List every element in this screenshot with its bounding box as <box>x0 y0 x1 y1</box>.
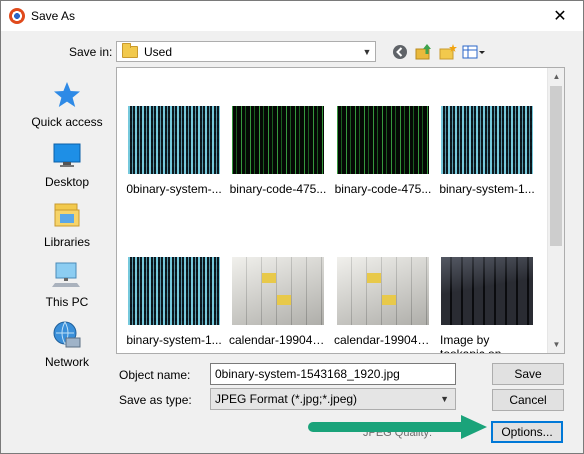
scroll-up-icon[interactable]: ▲ <box>548 68 564 85</box>
chevron-down-icon: ▼ <box>440 394 449 404</box>
file-tile[interactable]: binary-system-1... <box>436 106 538 196</box>
place-libraries[interactable]: Libraries <box>23 199 111 257</box>
file-thumbnail <box>337 106 429 174</box>
place-label: Libraries <box>43 235 91 249</box>
cancel-button[interactable]: Cancel <box>492 389 564 411</box>
file-name: calendar-199045... <box>334 333 434 347</box>
place-label: Desktop <box>44 175 90 189</box>
options-button[interactable]: Options... <box>491 421 563 443</box>
file-name: calendar-199045... <box>229 333 329 347</box>
file-name: binary-system-1... <box>439 182 535 196</box>
close-button[interactable]: ✕ <box>547 4 573 28</box>
file-list[interactable]: 0binary-system-... binary-code-475... bi… <box>116 67 565 354</box>
file-thumbnail <box>232 257 324 325</box>
file-thumbnail <box>232 106 324 174</box>
place-quick-access[interactable]: Quick access <box>23 79 111 137</box>
place-label: Quick access <box>31 115 103 129</box>
libraries-icon <box>51 199 83 231</box>
file-thumbnail <box>441 106 533 174</box>
scroll-down-icon[interactable]: ▼ <box>548 336 564 353</box>
back-arrow-icon <box>393 45 407 59</box>
title-bar[interactable]: Save As ✕ <box>1 1 583 31</box>
save-button[interactable]: Save <box>492 363 564 385</box>
save-in-value: Used <box>144 44 173 59</box>
back-button[interactable] <box>390 42 410 62</box>
window-title: Save As <box>31 9 76 23</box>
save-as-dialog: Save As ✕ Save in: Used ▼ Quick access D… <box>0 0 584 454</box>
file-tile[interactable]: binary-code-475... <box>332 106 434 196</box>
place-network[interactable]: Network <box>23 319 111 377</box>
new-folder-button[interactable] <box>438 42 458 62</box>
file-name: binary-system-1... <box>126 333 222 347</box>
file-name: Image by tookapic on Pixabay_keyb... <box>440 333 502 354</box>
object-name-label: Object name: <box>119 368 191 382</box>
file-thumbnail <box>441 257 533 325</box>
chevron-down-icon: ▼ <box>362 46 372 57</box>
file-thumbnail <box>128 257 220 325</box>
file-name: binary-code-475... <box>334 182 432 196</box>
place-desktop[interactable]: Desktop <box>23 139 111 197</box>
save-in-dropdown[interactable]: Used ▼ <box>116 41 376 62</box>
places-bar: Quick access Desktop Libraries This PC N… <box>23 67 111 377</box>
file-tile[interactable]: binary-code-475... <box>227 106 329 196</box>
desktop-icon <box>51 139 83 171</box>
file-thumbnail <box>337 257 429 325</box>
file-thumbnail <box>128 106 220 174</box>
vertical-scrollbar[interactable]: ▲ ▼ <box>547 68 564 353</box>
save-as-type-select[interactable]: JPEG Format (*.jpg;*.jpeg) ▼ <box>210 388 456 410</box>
view-menu-icon <box>462 45 485 59</box>
save-in-label: Save in: <box>69 45 113 59</box>
file-name: 0binary-system-... <box>126 182 222 196</box>
save-as-type-label: Save as type: <box>119 393 192 407</box>
place-label: This PC <box>45 295 89 309</box>
star-icon <box>51 79 83 111</box>
file-tile[interactable]: Image by tookapic on Pixabay_keyb... <box>436 257 538 354</box>
up-folder-icon <box>415 44 431 60</box>
folder-icon <box>122 42 138 58</box>
file-tile[interactable]: calendar-199045... <box>227 257 329 347</box>
file-tile[interactable]: binary-system-1... <box>123 257 225 347</box>
new-folder-icon <box>439 44 457 60</box>
view-menu-button[interactable] <box>461 42 487 62</box>
file-tile[interactable]: calendar-199045... <box>332 257 434 347</box>
place-this-pc[interactable]: This PC <box>23 259 111 317</box>
up-folder-button[interactable] <box>414 42 434 62</box>
scroll-thumb[interactable] <box>550 86 562 246</box>
save-as-type-value: JPEG Format (*.jpg;*.jpeg) <box>215 392 358 406</box>
annotation-arrow <box>308 415 487 439</box>
network-icon <box>51 319 83 351</box>
app-icon <box>9 8 25 24</box>
object-name-input[interactable]: 0binary-system-1543168_1920.jpg <box>210 363 456 385</box>
place-label: Network <box>44 355 89 369</box>
computer-icon <box>51 259 83 291</box>
file-tile[interactable]: 0binary-system-... <box>123 106 225 196</box>
file-name: binary-code-475... <box>229 182 327 196</box>
